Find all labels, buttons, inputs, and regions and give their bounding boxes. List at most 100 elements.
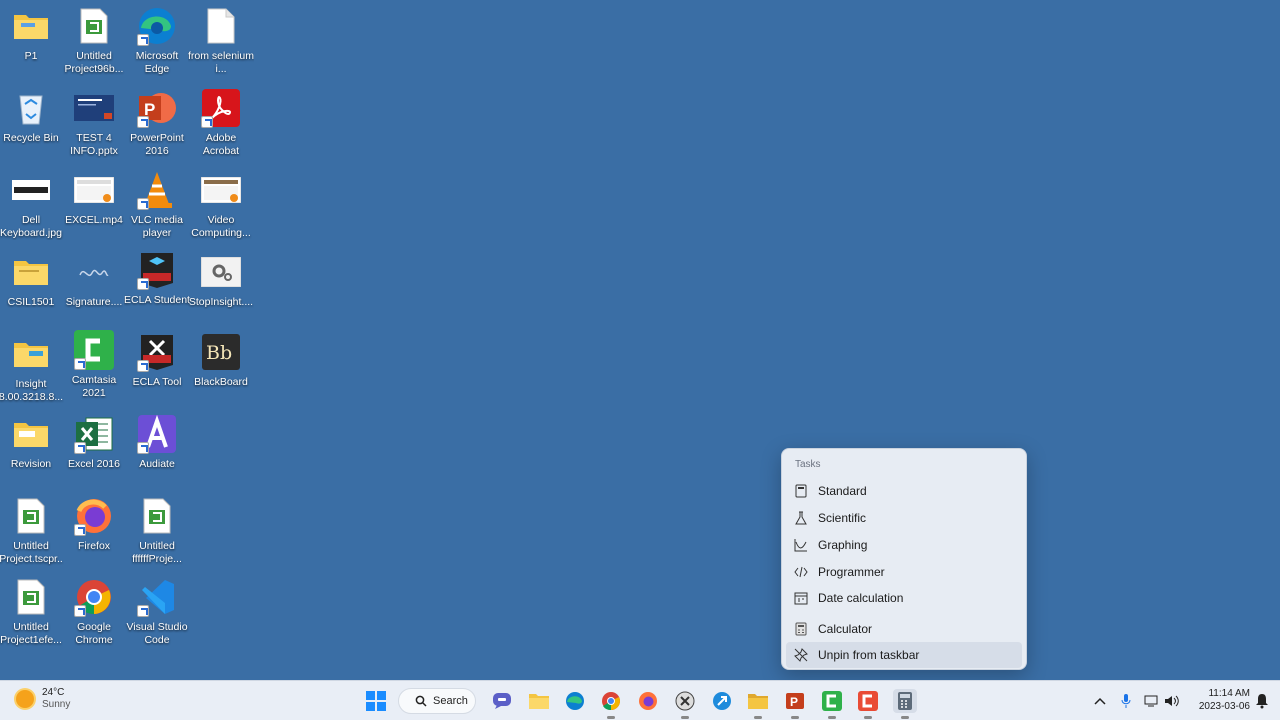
graph-icon bbox=[794, 538, 808, 552]
desktop-icon-label: Visual Studio Code bbox=[126, 621, 188, 646]
desktop-icon-untitled-project-tscpr[interactable]: Untitled Project.tscpr... bbox=[0, 496, 63, 574]
jump-list-item-label: Calculator bbox=[818, 622, 873, 636]
calculator-icon bbox=[898, 692, 912, 710]
jump-list-item-label: Scientific bbox=[818, 511, 867, 525]
calendar-icon bbox=[794, 591, 808, 605]
vscode-icon bbox=[137, 577, 177, 617]
acrobat-icon bbox=[201, 88, 241, 128]
desktop-icon-dell-keyboard[interactable]: Dell Keyboard.jpg bbox=[0, 170, 62, 248]
edge-icon bbox=[137, 6, 177, 46]
taskbar-firefox[interactable] bbox=[636, 689, 660, 713]
taskbar-teams-chat[interactable] bbox=[490, 689, 514, 713]
taskbar-chrome[interactable] bbox=[599, 689, 623, 719]
taskbar-powerpoint[interactable]: P bbox=[783, 689, 807, 719]
desktop-icon-recycle-bin[interactable]: Recycle Bin bbox=[0, 88, 62, 166]
desktop-icon-label: Google Chrome bbox=[75, 621, 113, 646]
shortcut-arrow-icon bbox=[74, 358, 86, 370]
desktop-icon-stopinsight[interactable]: StopInsight.... bbox=[188, 252, 254, 330]
desktop-icon-vlc[interactable]: VLC media player bbox=[126, 170, 188, 248]
folder-icon bbox=[11, 252, 51, 292]
desktop-icon-untitled-project1efe[interactable]: Untitled Project1efe... bbox=[0, 577, 62, 655]
weather-widget[interactable]: 24°C Sunny bbox=[16, 687, 70, 711]
jump-list-item-scientific[interactable]: Scientific bbox=[786, 505, 1022, 531]
jump-list-item-date-calculation[interactable]: Date calculation bbox=[786, 585, 1022, 611]
desktop-icon-label: Revision bbox=[10, 458, 52, 470]
desktop-icon-revision[interactable]: Revision bbox=[0, 414, 62, 492]
taskbar-clock[interactable]: 11:14 AM 2023-03-06 bbox=[1192, 687, 1250, 713]
chevron-up-icon bbox=[1094, 697, 1106, 705]
jump-list-item-programmer[interactable]: Programmer bbox=[786, 559, 1022, 585]
desktop-icon-csil1501[interactable]: CSIL1501 bbox=[0, 252, 62, 330]
tray-notifications[interactable] bbox=[1250, 689, 1274, 713]
desktop-icon-microsoft-edge[interactable]: Microsoft Edge bbox=[126, 6, 188, 84]
desktop-icon-audiate[interactable]: Audiate bbox=[126, 414, 188, 492]
desktop-icon-p1[interactable]: P1 bbox=[0, 6, 62, 84]
jump-list-item-label: Date calculation bbox=[818, 591, 904, 605]
desktop-icon-label: P1 bbox=[24, 50, 38, 62]
desktop-icon-test4-info[interactable]: TEST 4 INFO.pptx bbox=[63, 88, 125, 166]
desktop-icon-label: StopInsight.... bbox=[188, 296, 254, 308]
desktop-icon-label: TEST 4 INFO.pptx bbox=[70, 132, 118, 157]
windows-logo-icon bbox=[366, 691, 386, 711]
search-icon bbox=[415, 695, 427, 707]
desktop-icon-adobe-acrobat[interactable]: Adobe Acrobat bbox=[190, 88, 252, 166]
tray-overflow-chevron[interactable] bbox=[1088, 689, 1112, 713]
desktop-icon-untitled-project96b[interactable]: Untitled Project96b... bbox=[63, 6, 125, 84]
desktop-icon-excel-mp4[interactable]: EXCEL.mp4 bbox=[63, 170, 125, 248]
taskbar: 24°C Sunny Search P 11:14 AM 2023-03-06 bbox=[0, 680, 1280, 720]
desktop-icon-from-selenium[interactable]: from selenium i... bbox=[188, 6, 254, 84]
desktop-icon-untitled-ffffff[interactable]: Untitled ffffffProje... bbox=[126, 496, 188, 574]
shortcut-arrow-icon bbox=[137, 442, 149, 454]
taskbar-camtasia[interactable] bbox=[820, 689, 844, 719]
jump-list-item-standard[interactable]: Standard bbox=[786, 478, 1022, 504]
jump-list-item-label: Graphing bbox=[818, 538, 868, 552]
desktop-icon-excel-2016[interactable]: Excel 2016 bbox=[63, 414, 125, 492]
desktop-icon-camtasia-2021[interactable]: Camtasia 2021 bbox=[63, 330, 125, 408]
clock-date: 2023-03-06 bbox=[1198, 701, 1250, 712]
jump-list-item-label: Unpin from taskbar bbox=[818, 648, 920, 662]
settings-file-icon bbox=[201, 252, 241, 292]
powerpoint-icon: P bbox=[786, 693, 804, 709]
jump-list-item-graphing[interactable]: Graphing bbox=[786, 532, 1022, 558]
tray-volume[interactable] bbox=[1160, 689, 1184, 713]
camtasia-project-icon bbox=[74, 6, 114, 46]
desktop-icon-insight[interactable]: Insight 8.00.3218.8... bbox=[0, 334, 64, 412]
signature-image-icon bbox=[74, 252, 114, 292]
shortcut-arrow-icon bbox=[74, 442, 86, 454]
jump-list-item-unpin[interactable]: Unpin from taskbar bbox=[786, 642, 1022, 668]
camtasia-project-icon bbox=[11, 496, 51, 536]
taskbar-search-button[interactable]: Search bbox=[398, 688, 476, 714]
taskbar-calculator[interactable] bbox=[893, 689, 917, 719]
taskbar-camtasia-recorder[interactable] bbox=[856, 689, 880, 719]
desktop-icon-ecla-student[interactable]: ECLA Student bbox=[124, 250, 190, 328]
desktop-icon-powerpoint-2016[interactable]: P PowerPoint 2016 bbox=[126, 88, 188, 166]
chrome-icon bbox=[74, 577, 114, 617]
desktop-icon-signature[interactable]: Signature.... bbox=[63, 252, 125, 330]
tray-microphone[interactable] bbox=[1114, 689, 1138, 713]
desktop-icon-label: Insight 8.00.3218.8... bbox=[0, 378, 64, 403]
desktop-icon-vscode[interactable]: Visual Studio Code bbox=[126, 577, 188, 655]
shortcut-arrow-icon bbox=[137, 198, 149, 210]
desktop-icon-label: ECLA Tool bbox=[132, 376, 182, 388]
camtasia-icon bbox=[74, 330, 114, 370]
shortcut-arrow-icon bbox=[201, 116, 213, 128]
weather-temperature: 24°C bbox=[42, 687, 65, 698]
weather-condition: Sunny bbox=[42, 699, 71, 710]
desktop-icon-blackboard[interactable]: Bb BlackBoard bbox=[190, 332, 252, 410]
taskbar-edge[interactable] bbox=[563, 689, 587, 713]
start-button[interactable] bbox=[364, 689, 388, 713]
desktop-icon-ecla-tool[interactable]: ECLA Tool bbox=[126, 332, 188, 410]
taskbar-app-blue[interactable] bbox=[710, 689, 734, 713]
desktop-icon-google-chrome[interactable]: Google Chrome bbox=[63, 577, 125, 655]
jump-list-item-calculator[interactable]: Calculator bbox=[786, 616, 1022, 642]
clock-time: 11:14 AM bbox=[1208, 688, 1250, 699]
chat-icon bbox=[493, 693, 511, 709]
desktop-icon-firefox[interactable]: Firefox bbox=[63, 496, 125, 574]
taskbar-file-explorer-2[interactable] bbox=[746, 689, 770, 719]
audiate-icon bbox=[137, 414, 177, 454]
desktop-icon-label: Camtasia 2021 bbox=[71, 374, 117, 399]
desktop-icon-video-computing[interactable]: Video Computing... bbox=[190, 170, 252, 248]
taskbar-file-explorer[interactable] bbox=[527, 689, 551, 713]
taskbar-ecla[interactable] bbox=[673, 689, 697, 719]
shortcut-arrow-icon bbox=[137, 116, 149, 128]
